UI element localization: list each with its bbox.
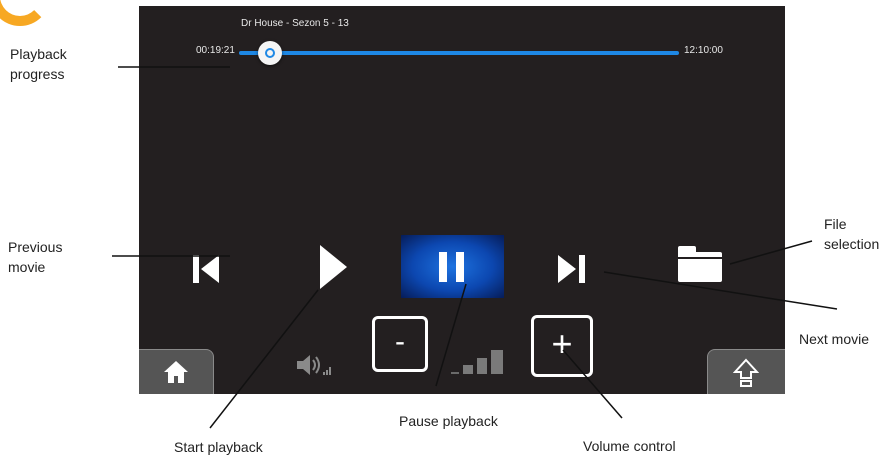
label-file-selection: File selection xyxy=(824,216,880,252)
label-playback-progress: Playback progress xyxy=(10,46,67,82)
label-pause-playback: Pause playback xyxy=(399,413,498,429)
label-volume-control: Volume control xyxy=(583,438,676,454)
label-start-playback: Start playback xyxy=(174,439,263,455)
callout-lines xyxy=(112,66,838,429)
label-next-movie: Next movie xyxy=(799,331,870,347)
label-previous-movie: Previous movie xyxy=(8,239,63,275)
